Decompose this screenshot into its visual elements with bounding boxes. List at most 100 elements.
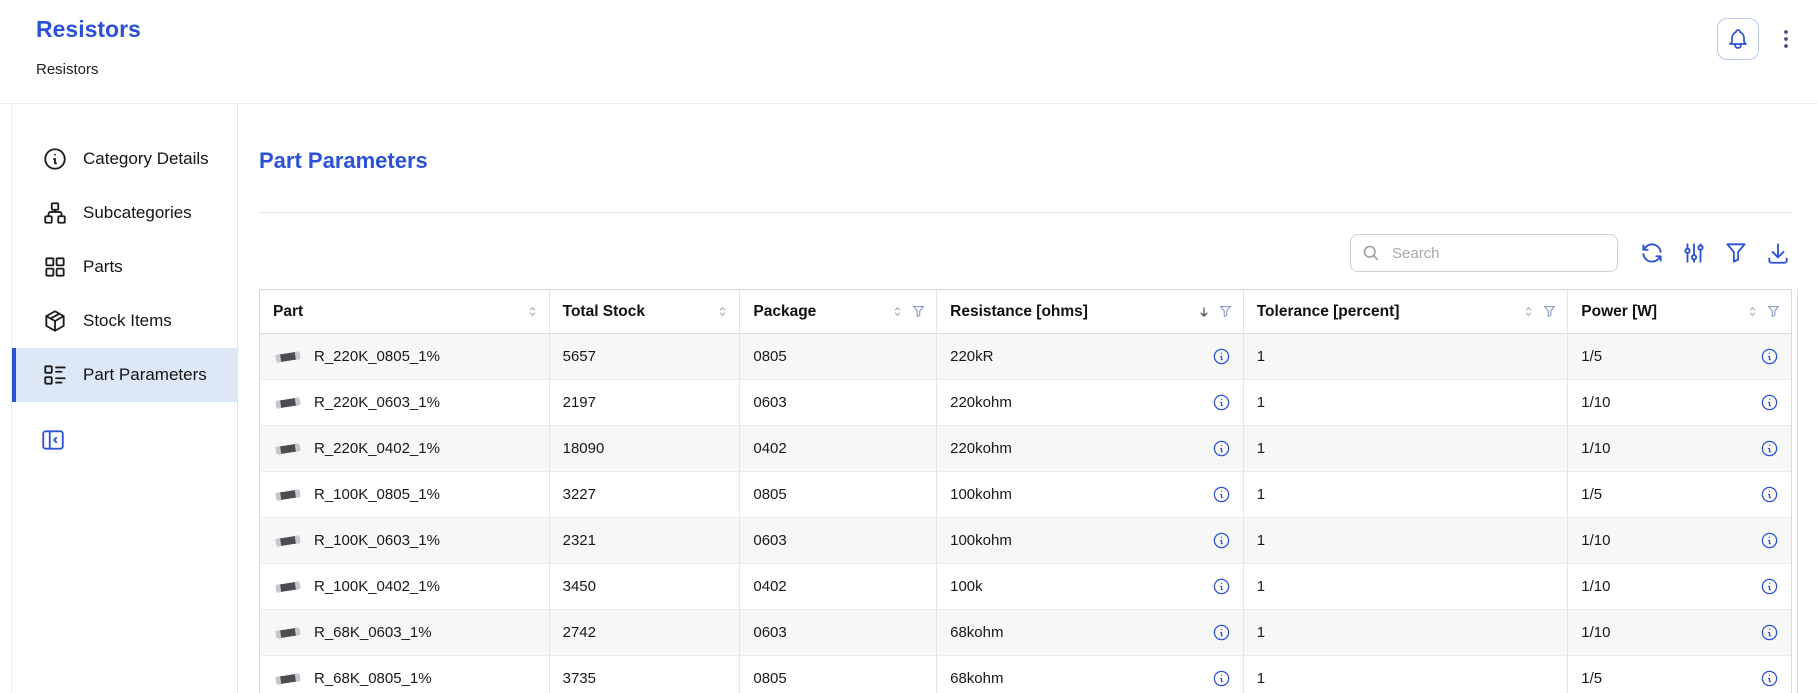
info-icon-button[interactable]	[1212, 623, 1231, 642]
column-label: Power [W]	[1581, 303, 1657, 321]
search-input[interactable]	[1390, 244, 1607, 263]
cell-value: 1/10	[1581, 578, 1610, 595]
info-icon-button[interactable]	[1760, 393, 1779, 412]
sitemap-icon	[42, 200, 68, 226]
cell-value: 220kohm	[950, 394, 1012, 411]
column-header-tolerance[interactable]: Tolerance [percent]	[1244, 290, 1569, 333]
cell-total_stock: 3450	[550, 564, 741, 609]
cell-value: 68kohm	[950, 624, 1003, 641]
sort-descending-icon[interactable]	[1197, 305, 1211, 319]
cell-value: R_220K_0805_1%	[314, 348, 440, 365]
cell-value: 1	[1257, 440, 1265, 457]
adjustments-button[interactable]	[1680, 239, 1708, 267]
column-header-power[interactable]: Power [W]	[1568, 290, 1791, 333]
table-row[interactable]: R_68K_0603_1%2742060368kohm11/10	[260, 610, 1791, 656]
table-row[interactable]: R_100K_0402_1%34500402100k11/10	[260, 564, 1791, 610]
column-filter-icon[interactable]	[1542, 304, 1557, 319]
column-header-part[interactable]: Part	[260, 290, 550, 333]
section-title: Part Parameters	[259, 148, 1817, 174]
column-filter-icon[interactable]	[1766, 304, 1781, 319]
info-icon-button[interactable]	[1760, 623, 1779, 642]
table-row[interactable]: R_220K_0603_1%21970603220kohm11/10	[260, 380, 1791, 426]
page-title: Resistors	[36, 16, 1817, 43]
cell-value: R_100K_0603_1%	[314, 532, 440, 549]
sort-icon[interactable]	[716, 305, 729, 318]
sidebar-item-stock-items[interactable]: Stock Items	[12, 294, 237, 348]
cell-package: 0805	[740, 334, 937, 379]
refresh-button[interactable]	[1638, 239, 1666, 267]
info-icon-button[interactable]	[1760, 669, 1779, 688]
table-row[interactable]: R_220K_0402_1%180900402220kohm11/10	[260, 426, 1791, 472]
sidebar-item-part-parameters[interactable]: Part Parameters	[12, 348, 237, 402]
info-icon-button[interactable]	[1760, 577, 1779, 596]
search-box[interactable]	[1350, 234, 1618, 272]
cell-power: 1/5	[1568, 334, 1791, 379]
cell-package: 0805	[740, 472, 937, 517]
sidebar-item-label: Subcategories	[83, 203, 192, 223]
cell-resistance: 220kR	[937, 334, 1244, 379]
part-thumbnail	[273, 395, 303, 411]
header-actions	[1717, 18, 1803, 60]
cell-tolerance: 1	[1244, 564, 1569, 609]
table-row[interactable]: R_100K_0603_1%23210603100kohm11/10	[260, 518, 1791, 564]
table-body: R_220K_0805_1%56570805220kR11/5R_220K_06…	[260, 334, 1791, 693]
cell-value: 1/5	[1581, 670, 1602, 687]
column-header-resistance[interactable]: Resistance [ohms]	[937, 290, 1244, 333]
collapse-sidebar-button[interactable]	[40, 426, 68, 454]
table-row[interactable]: R_100K_0805_1%32270805100kohm11/5	[260, 472, 1791, 518]
sidebar-item-parts[interactable]: Parts	[12, 240, 237, 294]
cell-tolerance: 1	[1244, 334, 1569, 379]
table-row[interactable]: R_220K_0805_1%56570805220kR11/5	[260, 334, 1791, 380]
part-thumbnail	[273, 533, 303, 549]
cell-tolerance: 1	[1244, 426, 1569, 471]
cell-total_stock: 2742	[550, 610, 741, 655]
info-icon-button[interactable]	[1760, 439, 1779, 458]
cell-value: 0805	[753, 348, 786, 365]
breadcrumb[interactable]: Resistors	[36, 61, 99, 78]
cell-value: 68kohm	[950, 670, 1003, 687]
notifications-button[interactable]	[1717, 18, 1759, 60]
cell-package: 0603	[740, 380, 937, 425]
cell-value: 1	[1257, 394, 1265, 411]
filter-button[interactable]	[1722, 239, 1750, 267]
info-icon-button[interactable]	[1760, 485, 1779, 504]
column-label: Total Stock	[563, 303, 645, 321]
sort-icon[interactable]	[1746, 305, 1759, 318]
sort-icon[interactable]	[891, 305, 904, 318]
info-icon-button[interactable]	[1212, 439, 1231, 458]
kebab-menu-icon	[1774, 27, 1798, 51]
cell-value: 1	[1257, 670, 1265, 687]
info-icon-button[interactable]	[1212, 347, 1231, 366]
table-scrollbar-track[interactable]	[1797, 289, 1798, 693]
cell-value: 1	[1257, 624, 1265, 641]
download-button[interactable]	[1764, 239, 1792, 267]
box-icon	[42, 308, 68, 334]
info-icon-button[interactable]	[1760, 347, 1779, 366]
sort-icon[interactable]	[1522, 305, 1535, 318]
column-filter-icon[interactable]	[1218, 304, 1233, 319]
info-icon-button[interactable]	[1212, 669, 1231, 688]
sidebar-item-label: Parts	[83, 257, 123, 277]
info-circle-icon	[42, 146, 68, 172]
column-filter-icon[interactable]	[911, 304, 926, 319]
column-header-package[interactable]: Package	[740, 290, 937, 333]
info-icon-button[interactable]	[1760, 531, 1779, 550]
overflow-menu-button[interactable]	[1769, 18, 1803, 60]
table-row[interactable]: R_68K_0805_1%3735080568kohm11/5	[260, 656, 1791, 693]
info-icon-button[interactable]	[1212, 531, 1231, 550]
info-icon-button[interactable]	[1212, 485, 1231, 504]
sidebar-item-category-details[interactable]: Category Details	[12, 132, 237, 186]
cell-total_stock: 2197	[550, 380, 741, 425]
sidebar-item-label: Stock Items	[83, 311, 172, 331]
part-thumbnail	[273, 579, 303, 595]
part-parameters-table: Part Total Stock PackageResistance [ohms]T…	[259, 289, 1792, 693]
sidebar-item-subcategories[interactable]: Subcategories	[12, 186, 237, 240]
column-header-total_stock[interactable]: Total Stock	[550, 290, 741, 333]
cell-part: R_100K_0805_1%	[260, 472, 550, 517]
info-icon-button[interactable]	[1212, 393, 1231, 412]
cell-total_stock: 3227	[550, 472, 741, 517]
info-icon-button[interactable]	[1212, 577, 1231, 596]
cell-part: R_220K_0603_1%	[260, 380, 550, 425]
sort-icon[interactable]	[526, 305, 539, 318]
cell-power: 1/10	[1568, 610, 1791, 655]
